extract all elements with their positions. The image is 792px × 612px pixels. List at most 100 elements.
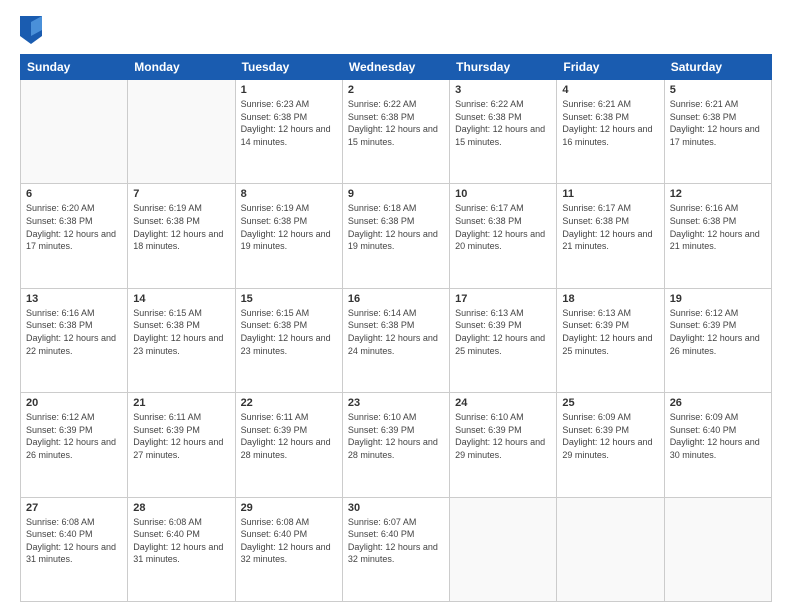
day-info: Sunrise: 6:09 AM Sunset: 6:39 PM Dayligh… — [562, 411, 658, 461]
day-info: Sunrise: 6:22 AM Sunset: 6:38 PM Dayligh… — [455, 98, 551, 148]
day-info: Sunrise: 6:20 AM Sunset: 6:38 PM Dayligh… — [26, 202, 122, 252]
day-info: Sunrise: 6:22 AM Sunset: 6:38 PM Dayligh… — [348, 98, 444, 148]
day-number: 16 — [348, 293, 444, 305]
day-cell — [664, 497, 771, 601]
day-number: 28 — [133, 502, 229, 514]
week-row-1: 1 Sunrise: 6:23 AM Sunset: 6:38 PM Daylig… — [21, 80, 772, 184]
day-cell: 9 Sunrise: 6:18 AM Sunset: 6:38 PM Daylig… — [342, 184, 449, 288]
day-number: 13 — [26, 293, 122, 305]
day-number: 1 — [241, 84, 337, 96]
day-cell: 30 Sunrise: 6:07 AM Sunset: 6:40 PM Dayli… — [342, 497, 449, 601]
day-cell: 19 Sunrise: 6:12 AM Sunset: 6:39 PM Dayli… — [664, 288, 771, 392]
day-info: Sunrise: 6:15 AM Sunset: 6:38 PM Dayligh… — [241, 307, 337, 357]
day-info: Sunrise: 6:18 AM Sunset: 6:38 PM Dayligh… — [348, 202, 444, 252]
day-number: 9 — [348, 188, 444, 200]
day-cell: 14 Sunrise: 6:15 AM Sunset: 6:38 PM Dayli… — [128, 288, 235, 392]
day-number: 18 — [562, 293, 658, 305]
day-number: 4 — [562, 84, 658, 96]
day-number: 22 — [241, 397, 337, 409]
day-cell: 5 Sunrise: 6:21 AM Sunset: 6:38 PM Daylig… — [664, 80, 771, 184]
day-info: Sunrise: 6:08 AM Sunset: 6:40 PM Dayligh… — [133, 516, 229, 566]
week-row-2: 6Sunrise: 6:20 AM Sunset: 6:38 PM Daylig… — [21, 184, 772, 288]
day-number: 23 — [348, 397, 444, 409]
day-number: 27 — [26, 502, 122, 514]
day-info: Sunrise: 6:11 AM Sunset: 6:39 PM Dayligh… — [133, 411, 229, 461]
day-number: 25 — [562, 397, 658, 409]
page: SundayMondayTuesdayWednesdayThursdayFrid… — [0, 0, 792, 612]
day-number: 12 — [670, 188, 766, 200]
day-cell — [450, 497, 557, 601]
day-cell: 22Sunrise: 6:11 AM Sunset: 6:39 PM Dayli… — [235, 393, 342, 497]
day-number: 29 — [241, 502, 337, 514]
day-info: Sunrise: 6:12 AM Sunset: 6:39 PM Dayligh… — [670, 307, 766, 357]
day-info: Sunrise: 6:09 AM Sunset: 6:40 PM Dayligh… — [670, 411, 766, 461]
day-info: Sunrise: 6:10 AM Sunset: 6:39 PM Dayligh… — [455, 411, 551, 461]
day-info: Sunrise: 6:21 AM Sunset: 6:38 PM Dayligh… — [670, 98, 766, 148]
day-number: 30 — [348, 502, 444, 514]
day-header-wednesday: Wednesday — [342, 55, 449, 80]
day-info: Sunrise: 6:21 AM Sunset: 6:38 PM Dayligh… — [562, 98, 658, 148]
day-cell: 21Sunrise: 6:11 AM Sunset: 6:39 PM Dayli… — [128, 393, 235, 497]
day-info: Sunrise: 6:19 AM Sunset: 6:38 PM Dayligh… — [241, 202, 337, 252]
day-cell: 28 Sunrise: 6:08 AM Sunset: 6:40 PM Dayli… — [128, 497, 235, 601]
day-cell: 7 Sunrise: 6:19 AM Sunset: 6:38 PM Daylig… — [128, 184, 235, 288]
day-cell: 18 Sunrise: 6:13 AM Sunset: 6:39 PM Dayli… — [557, 288, 664, 392]
day-cell: 2 Sunrise: 6:22 AM Sunset: 6:38 PM Daylig… — [342, 80, 449, 184]
day-info: Sunrise: 6:14 AM Sunset: 6:38 PM Dayligh… — [348, 307, 444, 357]
day-number: 14 — [133, 293, 229, 305]
day-header-saturday: Saturday — [664, 55, 771, 80]
day-cell: 8 Sunrise: 6:19 AM Sunset: 6:38 PM Daylig… — [235, 184, 342, 288]
day-info: Sunrise: 6:07 AM Sunset: 6:40 PM Dayligh… — [348, 516, 444, 566]
day-cell: 4 Sunrise: 6:21 AM Sunset: 6:38 PM Daylig… — [557, 80, 664, 184]
day-info: Sunrise: 6:16 AM Sunset: 6:38 PM Dayligh… — [26, 307, 122, 357]
day-number: 2 — [348, 84, 444, 96]
day-info: Sunrise: 6:17 AM Sunset: 6:38 PM Dayligh… — [455, 202, 551, 252]
day-info: Sunrise: 6:16 AM Sunset: 6:38 PM Dayligh… — [670, 202, 766, 252]
day-number: 8 — [241, 188, 337, 200]
day-info: Sunrise: 6:13 AM Sunset: 6:39 PM Dayligh… — [562, 307, 658, 357]
day-info: Sunrise: 6:08 AM Sunset: 6:40 PM Dayligh… — [26, 516, 122, 566]
day-header-sunday: Sunday — [21, 55, 128, 80]
day-number: 11 — [562, 188, 658, 200]
day-cell: 24 Sunrise: 6:10 AM Sunset: 6:39 PM Dayli… — [450, 393, 557, 497]
day-header-tuesday: Tuesday — [235, 55, 342, 80]
day-cell: 16 Sunrise: 6:14 AM Sunset: 6:38 PM Dayli… — [342, 288, 449, 392]
day-cell — [21, 80, 128, 184]
day-number: 20 — [26, 397, 122, 409]
day-cell: 1 Sunrise: 6:23 AM Sunset: 6:38 PM Daylig… — [235, 80, 342, 184]
day-number: 5 — [670, 84, 766, 96]
day-cell: 20 Sunrise: 6:12 AM Sunset: 6:39 PM Dayli… — [21, 393, 128, 497]
day-info: Sunrise: 6:19 AM Sunset: 6:38 PM Dayligh… — [133, 202, 229, 252]
day-header-friday: Friday — [557, 55, 664, 80]
day-cell: 3Sunrise: 6:22 AM Sunset: 6:38 PM Daylig… — [450, 80, 557, 184]
day-cell: 11 Sunrise: 6:17 AM Sunset: 6:38 PM Dayli… — [557, 184, 664, 288]
day-cell: 17Sunrise: 6:13 AM Sunset: 6:39 PM Dayli… — [450, 288, 557, 392]
day-number: 24 — [455, 397, 551, 409]
header — [20, 16, 772, 44]
week-row-5: 27 Sunrise: 6:08 AM Sunset: 6:40 PM Dayli… — [21, 497, 772, 601]
day-cell: 23 Sunrise: 6:10 AM Sunset: 6:39 PM Dayli… — [342, 393, 449, 497]
day-cell: 25 Sunrise: 6:09 AM Sunset: 6:39 PM Dayli… — [557, 393, 664, 497]
day-info: Sunrise: 6:08 AM Sunset: 6:40 PM Dayligh… — [241, 516, 337, 566]
day-info: Sunrise: 6:17 AM Sunset: 6:38 PM Dayligh… — [562, 202, 658, 252]
day-number: 19 — [670, 293, 766, 305]
day-info: Sunrise: 6:12 AM Sunset: 6:39 PM Dayligh… — [26, 411, 122, 461]
logo-icon — [20, 16, 42, 44]
day-info: Sunrise: 6:10 AM Sunset: 6:39 PM Dayligh… — [348, 411, 444, 461]
day-number: 10 — [455, 188, 551, 200]
day-number: 15 — [241, 293, 337, 305]
calendar-table: SundayMondayTuesdayWednesdayThursdayFrid… — [20, 54, 772, 602]
day-info: Sunrise: 6:23 AM Sunset: 6:38 PM Dayligh… — [241, 98, 337, 148]
day-number: 7 — [133, 188, 229, 200]
day-cell — [128, 80, 235, 184]
day-cell: 27 Sunrise: 6:08 AM Sunset: 6:40 PM Dayli… — [21, 497, 128, 601]
calendar-header-row: SundayMondayTuesdayWednesdayThursdayFrid… — [21, 55, 772, 80]
day-cell: 29 Sunrise: 6:08 AM Sunset: 6:40 PM Dayli… — [235, 497, 342, 601]
day-cell: 12 Sunrise: 6:16 AM Sunset: 6:38 PM Dayli… — [664, 184, 771, 288]
day-info: Sunrise: 6:15 AM Sunset: 6:38 PM Dayligh… — [133, 307, 229, 357]
logo — [20, 16, 46, 44]
day-header-monday: Monday — [128, 55, 235, 80]
day-cell: 26Sunrise: 6:09 AM Sunset: 6:40 PM Dayli… — [664, 393, 771, 497]
day-number: 17 — [455, 293, 551, 305]
day-cell: 6Sunrise: 6:20 AM Sunset: 6:38 PM Daylig… — [21, 184, 128, 288]
